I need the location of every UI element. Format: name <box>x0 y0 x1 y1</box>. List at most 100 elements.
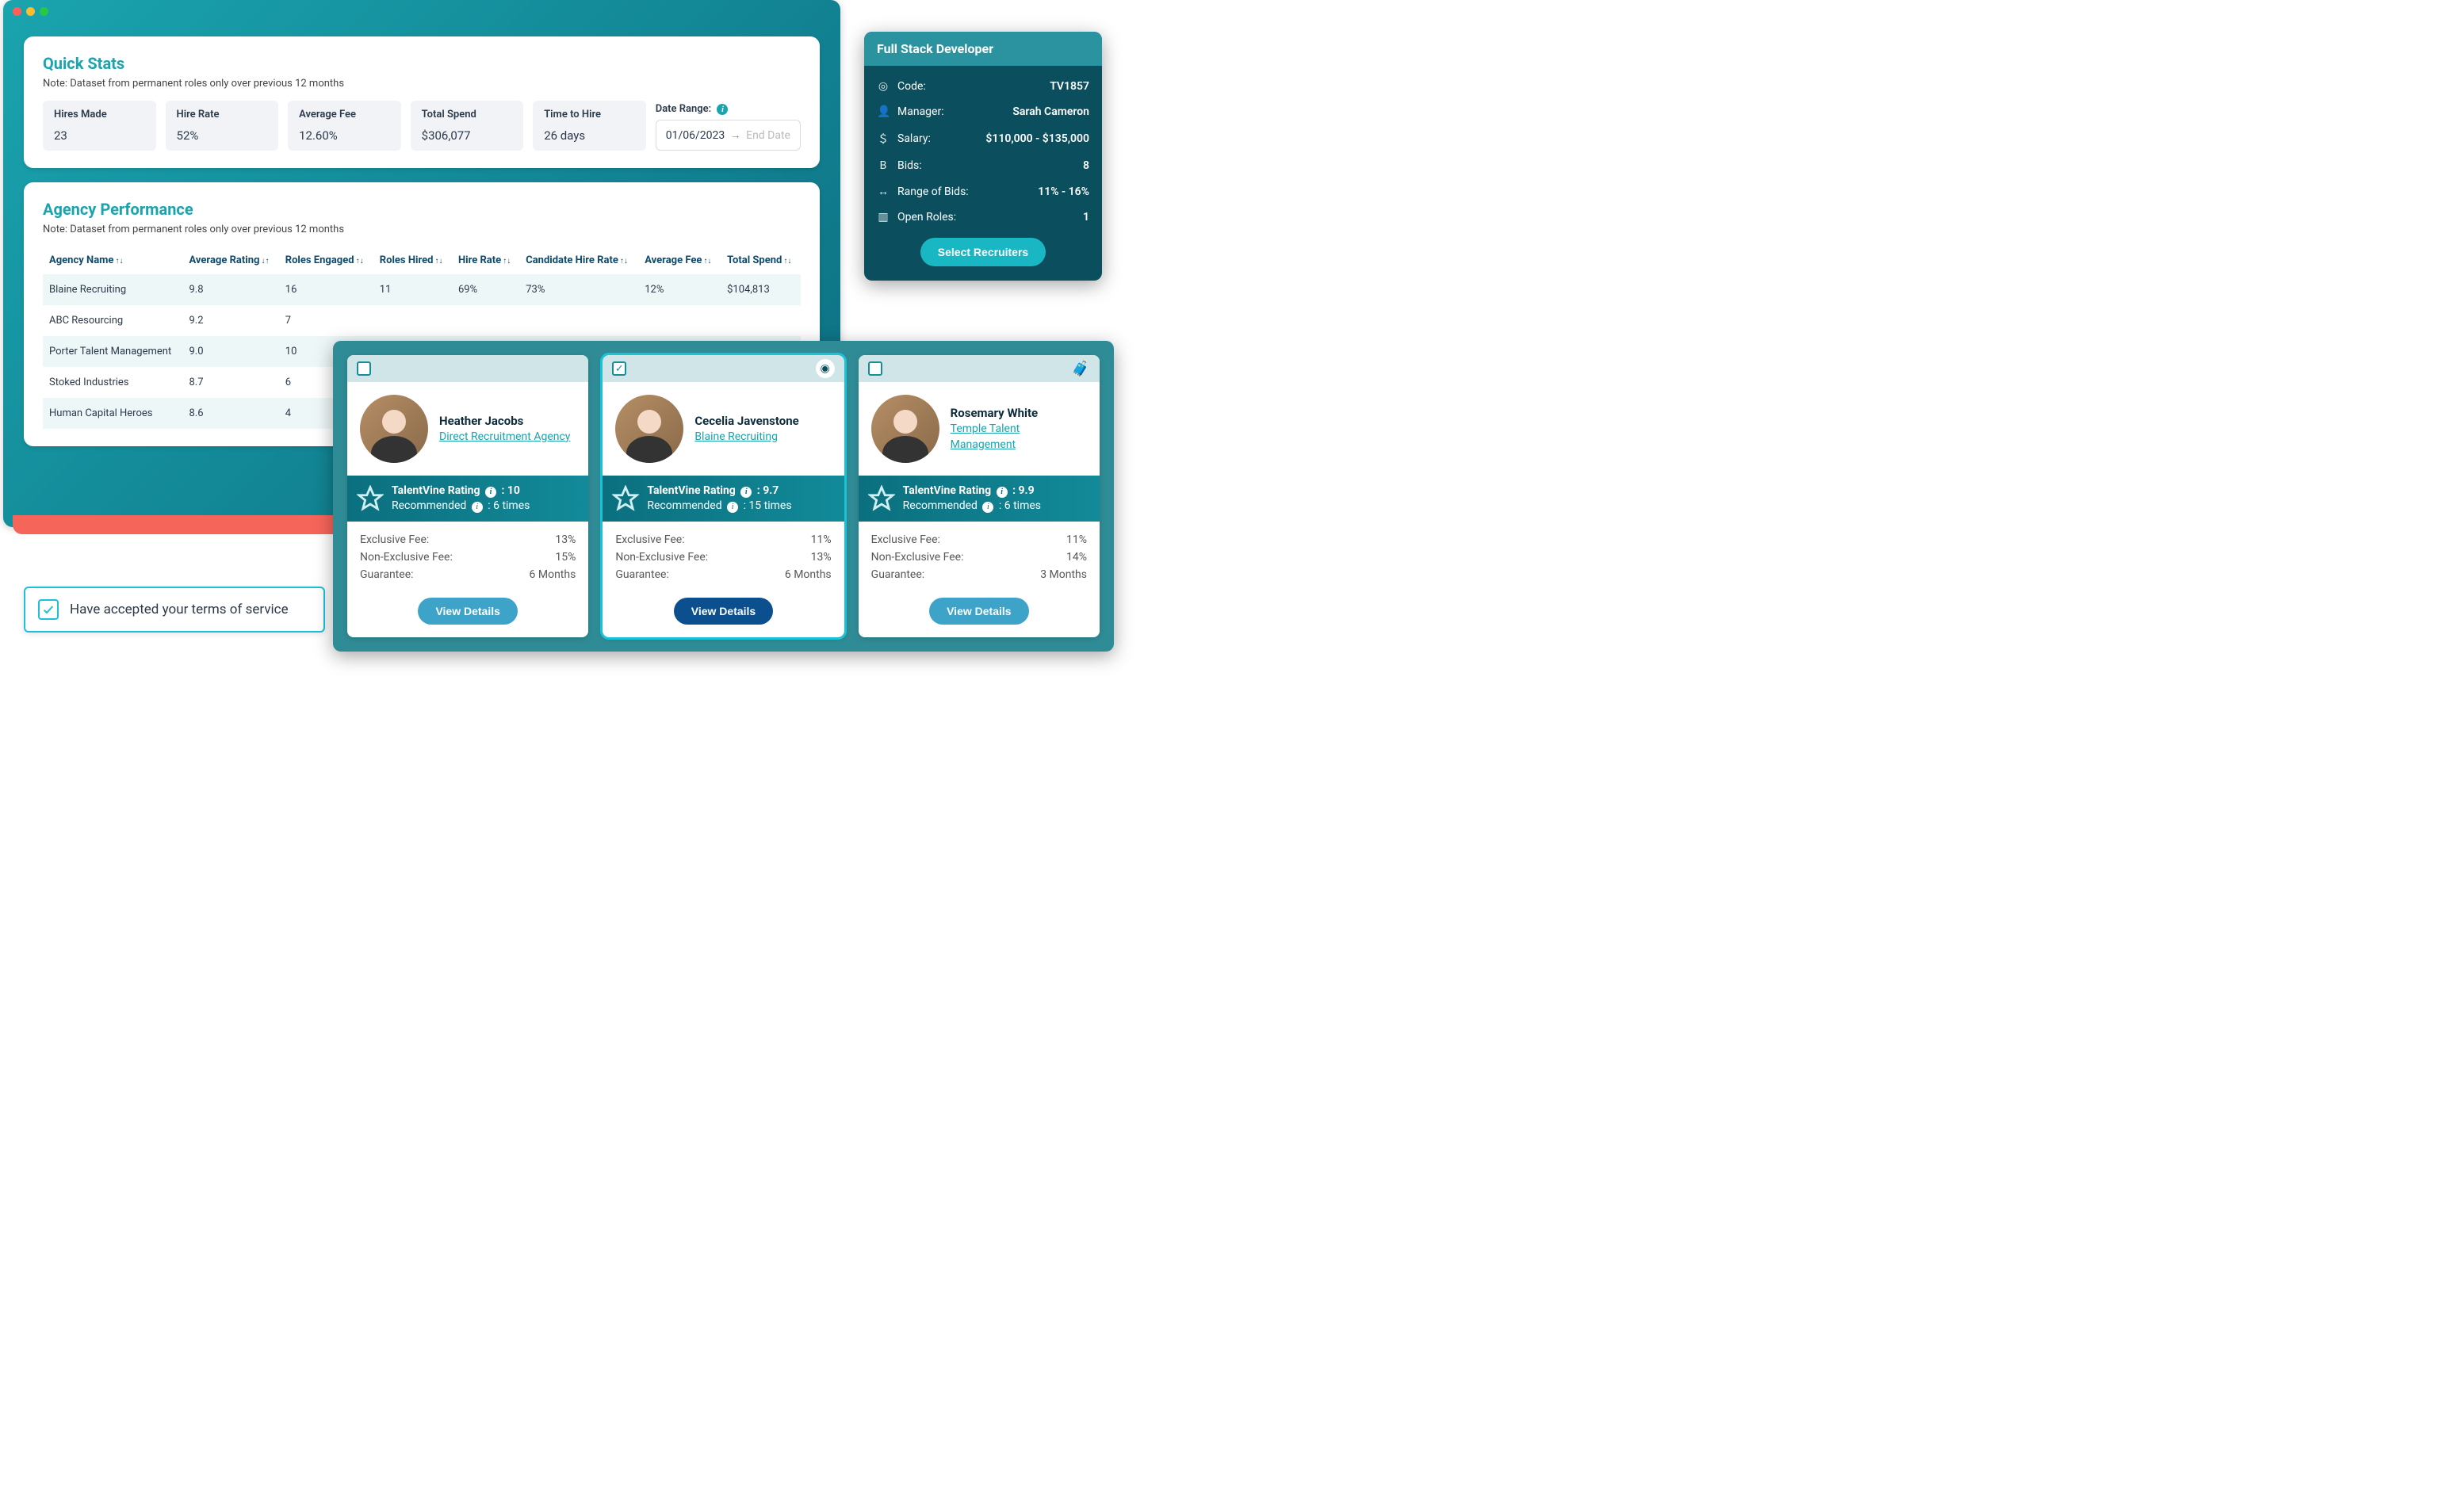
role-info-key: Code: <box>897 80 926 93</box>
select-recruiters-button[interactable]: Select Recruiters <box>920 238 1046 266</box>
fee-label: Guarantee: <box>871 568 925 581</box>
column-header[interactable]: Candidate Hire Rate↑↓ <box>519 247 638 274</box>
sort-icon: ↑↓ <box>620 257 628 266</box>
recruiter-profile: Cecelia JavenstoneBlaine Recruiting <box>603 382 844 476</box>
fee-label: Exclusive Fee: <box>360 533 429 546</box>
info-icon[interactable]: i <box>997 487 1008 498</box>
recruiter-agency-link[interactable]: Direct Recruitment Agency <box>439 430 570 443</box>
star-icon <box>357 485 384 512</box>
view-details-button[interactable]: View Details <box>674 598 773 625</box>
table-cell: 9.0 <box>182 336 278 367</box>
table-cell: Human Capital Heroes <box>43 398 182 429</box>
recruiter-name: Heather Jacobs <box>439 414 570 428</box>
avatar <box>871 395 939 463</box>
stat-value: 52% <box>177 128 268 143</box>
star-icon <box>868 485 895 512</box>
role-info-key: Range of Bids: <box>897 185 969 198</box>
table-cell: 16 <box>279 274 373 305</box>
rating-line: TalentVine Rating i : 10 <box>392 484 530 499</box>
column-header[interactable]: Average Fee↑↓ <box>638 247 721 274</box>
recruiter-name: Rosemary White <box>951 406 1087 420</box>
dollar-icon: ＄ <box>877 131 890 147</box>
star-icon <box>612 485 639 512</box>
fee-label: Exclusive Fee: <box>615 533 684 546</box>
recruiter-card[interactable]: Heather Jacobs Direct Recruitment Agency T… <box>347 355 588 637</box>
date-range-input[interactable]: 01/06/2023→End Date <box>656 120 801 151</box>
table-cell: Blaine Recruiting <box>43 274 182 305</box>
recruiter-agency-link[interactable]: Temple Talent Management <box>951 422 1020 451</box>
fee-label: Guarantee: <box>360 568 414 581</box>
role-info-value: 11% - 16% <box>1038 185 1089 198</box>
rating-line: TalentVine Rating i : 9.9 <box>903 484 1041 499</box>
column-header[interactable]: Agency Name↑↓ <box>43 247 182 274</box>
fee-block: Exclusive Fee:13%Non-Exclusive Fee:15%Gu… <box>347 522 588 593</box>
role-info-value: 1 <box>1083 211 1089 224</box>
fee-value: 14% <box>1066 551 1087 564</box>
fee-value: 15% <box>555 551 576 564</box>
fee-block: Exclusive Fee:11%Non-Exclusive Fee:14%Gu… <box>859 522 1100 593</box>
table-row[interactable]: Blaine Recruiting9.8161169%73%12%$104,81… <box>43 274 801 305</box>
recruiter-card[interactable]: ✓◉Cecelia JavenstoneBlaine RecruitingTal… <box>603 355 844 637</box>
stat-value: 23 <box>54 128 145 143</box>
info-icon[interactable]: i <box>740 487 752 498</box>
fee-value: 6 Months <box>530 568 576 581</box>
select-recruiter-checkbox[interactable] <box>868 361 882 376</box>
recruiter-card-top: 🧳 <box>859 355 1100 382</box>
view-details-button[interactable]: View Details <box>929 598 1028 625</box>
table-cell <box>721 305 801 336</box>
recruiter-profile: Rosemary White Temple Talent Management <box>859 382 1100 476</box>
column-header[interactable]: Total Spend↑↓ <box>721 247 801 274</box>
range-icon: ↔ <box>877 185 890 198</box>
recruiter-card-top: ✓◉ <box>603 355 844 382</box>
fee-label: Exclusive Fee: <box>871 533 940 546</box>
table-cell: $104,813 <box>721 274 801 305</box>
recommended-line: Recommended i : 15 times <box>647 499 791 514</box>
info-icon[interactable]: i <box>717 104 728 115</box>
terms-accepted-banner: Have accepted your terms of service <box>24 587 325 633</box>
info-icon[interactable]: i <box>982 502 993 513</box>
table-cell <box>519 305 638 336</box>
sort-icon: ↑↓ <box>434 257 442 266</box>
recruiter-profile: Heather Jacobs Direct Recruitment Agency <box>347 382 588 476</box>
table-row[interactable]: ABC Resourcing9.27 <box>43 305 801 336</box>
select-recruiter-checkbox[interactable]: ✓ <box>612 361 626 376</box>
window-minimize-icon[interactable] <box>26 7 35 16</box>
sort-icon: ↑↓ <box>115 257 123 266</box>
select-recruiter-checkbox[interactable] <box>357 361 371 376</box>
role-info-row: BBids:8 <box>877 153 1089 178</box>
stat-label: Time to Hire <box>544 109 635 120</box>
date-range-label: Date Range: i <box>656 103 801 116</box>
stat-label: Average Fee <box>299 109 390 120</box>
bold-icon: B <box>877 159 890 172</box>
column-header[interactable]: Hire Rate↑↓ <box>452 247 519 274</box>
column-header[interactable]: Roles Hired↑↓ <box>373 247 452 274</box>
terms-text: Have accepted your terms of service <box>70 602 289 617</box>
info-icon[interactable]: i <box>485 487 496 498</box>
stat-value: 26 days <box>544 128 635 143</box>
view-details-button[interactable]: View Details <box>418 598 517 625</box>
recruiter-agency-link[interactable]: Blaine Recruiting <box>694 430 778 443</box>
stat-label: Total Spend <box>422 109 513 120</box>
info-icon[interactable]: i <box>727 502 738 513</box>
table-cell: 9.2 <box>182 305 278 336</box>
terms-checkbox[interactable] <box>38 599 59 620</box>
window-close-icon[interactable] <box>13 7 21 16</box>
fee-value: 11% <box>811 533 832 546</box>
table-cell: 8.7 <box>182 367 278 398</box>
recruiter-card[interactable]: 🧳 Rosemary White Temple Talent Management T… <box>859 355 1100 637</box>
info-icon[interactable]: i <box>472 502 483 513</box>
column-header[interactable]: Average Rating↓↑ <box>182 247 278 274</box>
role-info-value: TV1857 <box>1050 80 1089 93</box>
rating-band: TalentVine Rating i : 10Recommended i : … <box>347 476 588 522</box>
stat-value: 12.60% <box>299 128 390 143</box>
table-cell <box>452 305 519 336</box>
window-title-bar <box>3 0 840 22</box>
table-cell: 7 <box>279 305 373 336</box>
stat-card: Hires Made23 <box>43 101 156 151</box>
table-cell: 73% <box>519 274 638 305</box>
table-cell: 69% <box>452 274 519 305</box>
window-zoom-icon[interactable] <box>40 7 48 16</box>
fee-block: Exclusive Fee:11%Non-Exclusive Fee:13%Gu… <box>603 522 844 593</box>
column-header[interactable]: Roles Engaged↑↓ <box>279 247 373 274</box>
sort-icon: ↑↓ <box>356 257 364 266</box>
